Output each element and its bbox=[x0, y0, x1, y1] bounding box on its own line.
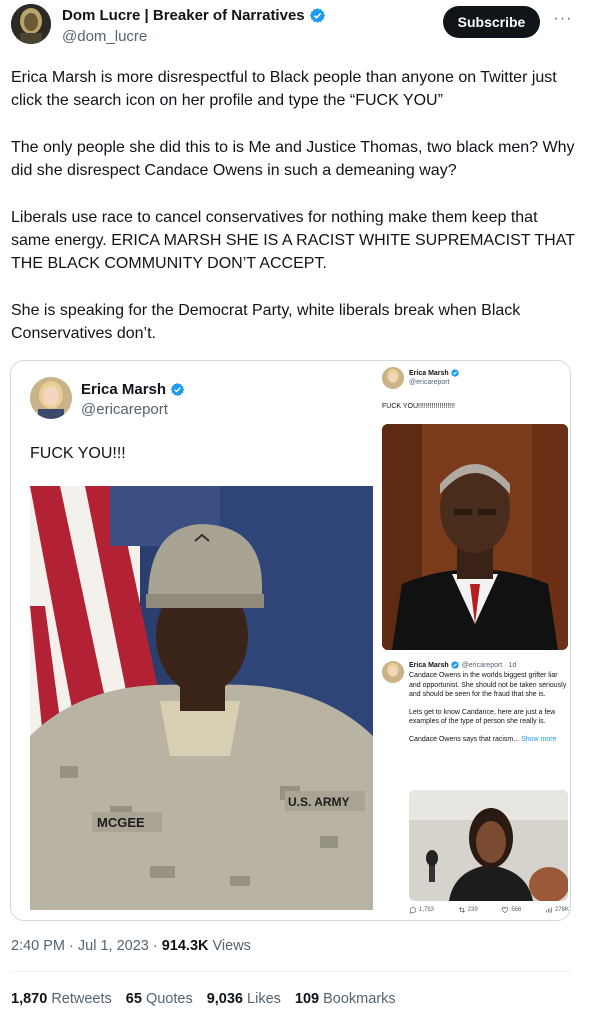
retweet-icon bbox=[458, 907, 465, 913]
likes-stat[interactable]: 9,036 Likes bbox=[207, 991, 281, 1007]
quotes-stat[interactable]: 65 Quotes bbox=[126, 991, 193, 1007]
justice-photo bbox=[382, 424, 568, 650]
erica-name-small: Erica Marsh bbox=[409, 369, 459, 377]
post2-line: Lets get to know Candance, here are just… bbox=[409, 708, 556, 726]
army-tape-text: U.S. ARMY bbox=[288, 795, 350, 809]
verified-badge-icon bbox=[170, 382, 185, 397]
verified-badge-icon bbox=[451, 661, 459, 669]
post2-line: Candace Owens in the worlds biggest grif… bbox=[409, 672, 567, 698]
erica-name: Erica Marsh bbox=[81, 381, 185, 398]
heart-icon bbox=[502, 907, 509, 914]
verified-badge-icon bbox=[451, 369, 459, 377]
erica-post-text: FUCK YOU!!! bbox=[30, 445, 126, 462]
tweet-paragraph: Erica Marsh is more disrespectful to Bla… bbox=[11, 69, 557, 109]
likes-label: Likes bbox=[247, 991, 281, 1007]
show-more-link: Show more bbox=[521, 735, 557, 743]
erica-name-small-text: Erica Marsh bbox=[409, 661, 449, 669]
post2-line3: Candace Owens says that racism... bbox=[409, 735, 520, 743]
retweet-count: 239 bbox=[467, 907, 478, 913]
erica-post-text-small: FUCK YOU!!!!!!!!!!!!!!!!!!! bbox=[382, 403, 455, 410]
tweet-text: Erica Marsh is more disrespectful to Bla… bbox=[11, 66, 581, 369]
likes-number: 9,036 bbox=[206, 991, 243, 1007]
erica-avatar-small bbox=[382, 661, 404, 683]
erica-post2-meta: @ericareport · 1d bbox=[461, 661, 517, 669]
bookmarks-stat[interactable]: 109 Bookmarks bbox=[295, 991, 396, 1007]
author-name-text[interactable]: Dom Lucre | Breaker of Narratives bbox=[62, 7, 305, 24]
retweets-label: Retweets bbox=[51, 991, 112, 1007]
erica-avatar bbox=[30, 377, 72, 419]
post2-line: Candace Owens says that racism... Show m… bbox=[409, 735, 569, 745]
bookmarks-number: 109 bbox=[294, 991, 320, 1007]
name-tape-text: MCGEE bbox=[97, 815, 145, 830]
views-label: Views bbox=[208, 938, 251, 954]
subscribe-button[interactable]: Subscribe bbox=[443, 6, 540, 38]
reply-count: 1,753 bbox=[419, 907, 435, 913]
more-options-icon[interactable]: ··· bbox=[553, 9, 573, 29]
like-stat: 566 bbox=[501, 906, 521, 914]
candace-photo bbox=[409, 790, 568, 901]
views-stat: 278K bbox=[545, 906, 569, 914]
erica-post2-header: Erica Marsh @ericareport · 1d bbox=[409, 661, 516, 669]
views-number: 914.3K bbox=[161, 938, 209, 954]
reply-icon bbox=[410, 907, 416, 914]
erica-avatar-small bbox=[382, 367, 404, 389]
quotes-number: 65 bbox=[125, 991, 142, 1007]
tweet-timestamp: 2:40 PM · Jul 1, 2023 · 914.3K Views bbox=[11, 938, 251, 954]
post2-stats: 1,753 239 566 278K bbox=[409, 906, 569, 914]
retweets-stat[interactable]: 1,870 Retweets bbox=[11, 991, 112, 1007]
erica-handle-small: @ericareport bbox=[409, 379, 450, 386]
retweets-number: 1,870 bbox=[11, 991, 48, 1007]
erica-name-text: Erica Marsh bbox=[81, 381, 167, 398]
tweet-paragraph: Liberals use race to cancel conservative… bbox=[11, 209, 575, 272]
verified-badge-icon bbox=[309, 8, 325, 23]
tweet-header: Dom Lucre | Breaker of Narratives @dom_l… bbox=[0, 0, 591, 56]
reply-stat: 1,753 bbox=[409, 906, 434, 914]
retweet-stat: 239 bbox=[458, 906, 478, 914]
author-handle[interactable]: @dom_lucre bbox=[62, 28, 147, 45]
erica-handle: @ericareport bbox=[81, 401, 168, 418]
views-count: 278K bbox=[554, 907, 569, 913]
timestamp-text[interactable]: 2:40 PM · Jul 1, 2023 · bbox=[11, 938, 162, 954]
bookmarks-label: Bookmarks bbox=[323, 991, 396, 1007]
author-display-name[interactable]: Dom Lucre | Breaker of Narratives bbox=[62, 7, 326, 24]
like-count: 566 bbox=[511, 907, 522, 913]
tweet-media-image[interactable]: Erica Marsh @ericareport FUCK YOU!!! MCG… bbox=[10, 360, 571, 921]
author-avatar[interactable] bbox=[11, 4, 51, 44]
erica-post2-body: Candace Owens in the worlds biggest grif… bbox=[409, 671, 569, 752]
erica-name-small-text: Erica Marsh bbox=[409, 369, 449, 377]
engagement-stats: 1,870 Retweets 65 Quotes 9,036 Likes 109… bbox=[11, 991, 410, 1007]
views-icon bbox=[546, 907, 552, 913]
tweet-paragraph: The only people she did this to is Me an… bbox=[11, 139, 575, 179]
tweet-paragraph: She is speaking for the Democrat Party, … bbox=[11, 302, 521, 342]
soldier-photo: MCGEE U.S. ARMY bbox=[30, 486, 373, 910]
right-panel: Erica Marsh @ericareport FUCK YOU!!!!!!!… bbox=[382, 361, 570, 920]
divider bbox=[11, 971, 571, 972]
quotes-label: Quotes bbox=[145, 991, 193, 1007]
